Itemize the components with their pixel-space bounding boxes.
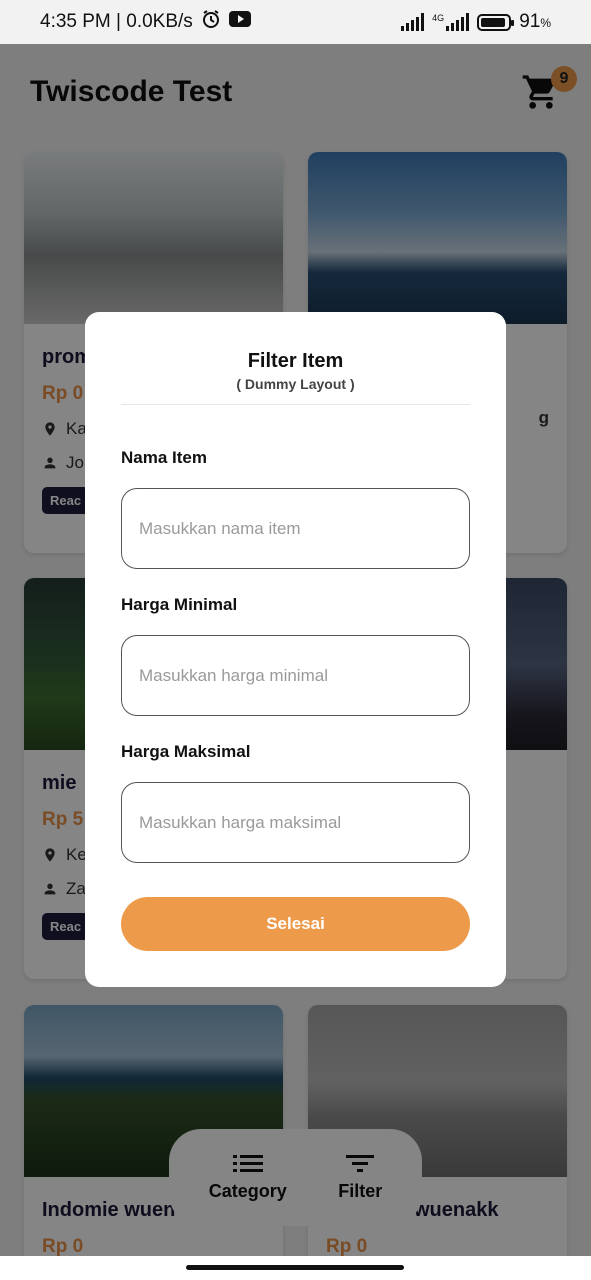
- min-price-label: Harga Minimal: [121, 595, 238, 614]
- max-price-input[interactable]: [121, 782, 470, 863]
- status-time: 4:35 PM | 0.0KB/s: [40, 11, 193, 32]
- dialog-title: Filter Item: [247, 350, 344, 372]
- item-name-input[interactable]: [121, 488, 470, 569]
- status-bar: 4:35 PM | 0.0KB/s 4G 91%: [0, 0, 591, 44]
- dialog-divider: [121, 404, 470, 405]
- battery-level: 91%: [519, 11, 551, 32]
- network-type: 4G: [432, 13, 445, 23]
- max-price-label: Harga Maksimal: [121, 742, 251, 761]
- battery-icon: [477, 13, 515, 31]
- dialog-subtitle: ( Dummy Layout ): [236, 376, 355, 392]
- alarm-icon: [201, 9, 221, 35]
- signal-icon: [401, 13, 425, 31]
- home-indicator[interactable]: [186, 1265, 404, 1270]
- done-button[interactable]: Selesai: [121, 897, 470, 951]
- min-price-input[interactable]: [121, 635, 470, 716]
- signal-icon-2: [446, 13, 470, 31]
- item-name-label: Nama Item: [121, 448, 207, 467]
- youtube-icon: [228, 11, 251, 33]
- gesture-bar: [0, 1256, 591, 1280]
- filter-dialog: Filter Item ( Dummy Layout ) Nama Item H…: [85, 312, 506, 987]
